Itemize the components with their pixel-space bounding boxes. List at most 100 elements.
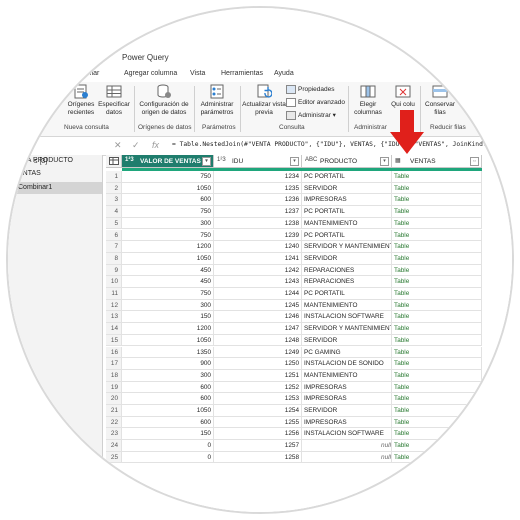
query-name: ENTAS (18, 170, 41, 177)
cell-ventas-table[interactable]: Table (392, 288, 482, 300)
cell-ventas-table[interactable]: Table (392, 206, 482, 218)
table-row[interactable]: 21 1050 1254 SERVIDOR Table (106, 405, 512, 417)
cell-ventas-table[interactable]: Table (392, 405, 482, 417)
number-type-icon[interactable]: 1²3 (217, 157, 226, 163)
table-row[interactable]: 19 600 1252 IMPRESORAS Table (106, 381, 512, 394)
cell-valor-de-ventas: 450 (122, 264, 214, 277)
close-icon[interactable]: ✕ (114, 140, 122, 151)
title-bar: Power Query (8, 46, 512, 66)
table-row[interactable]: 2 1050 1235 SERVIDOR Table (106, 182, 512, 195)
cell-ventas-table[interactable]: Table (392, 323, 482, 335)
cell-ventas-table[interactable]: Table (392, 428, 482, 441)
cell-ventas-table[interactable]: Table (392, 440, 482, 452)
filter-dropdown-icon[interactable]: ▾ (380, 157, 389, 166)
table-row[interactable]: 20 600 1253 IMPRESORAS Table (106, 393, 512, 405)
tab-ayuda[interactable]: Ayuda (274, 70, 294, 77)
cell-ventas-table[interactable]: Table (392, 229, 482, 242)
table-row[interactable]: 12 300 1245 MANTENIMIENTO Table (106, 299, 512, 312)
table-row[interactable]: 25 0 1258 null Table (106, 451, 512, 464)
cell-ventas-table[interactable]: Table (392, 264, 482, 277)
cell-idu: 1254 (214, 405, 302, 417)
row-number: 11 (106, 288, 122, 300)
cell-idu: 1248 (214, 334, 302, 347)
cell-ventas-table[interactable]: Table (392, 393, 482, 405)
row-number: 25 (106, 451, 122, 464)
manage-dropdown-button[interactable]: Administrar ▾ (286, 111, 336, 120)
table-row[interactable]: 18 300 1251 MANTENIMIENTO Table (106, 369, 512, 382)
table-row[interactable]: 23 150 1256 INSTALACION SOFTWARE Table (106, 428, 512, 441)
number-type-icon[interactable]: 1²3 (125, 157, 134, 163)
cell-ventas-table[interactable]: Table (392, 358, 482, 370)
cell-ventas-table[interactable]: Table (392, 217, 482, 230)
table-row[interactable]: 13 150 1246 INSTALACION SOFTWARE Table (106, 311, 512, 324)
row-number: 3 (106, 194, 122, 207)
cell-ventas-table[interactable]: Table (392, 194, 482, 207)
table-row[interactable]: 7 1200 1240 SERVIDOR Y MANTENIMIENTO Table (106, 241, 512, 253)
cell-ventas-table[interactable]: Table (392, 416, 482, 429)
cell-ventas-table[interactable]: Table (392, 311, 482, 324)
advanced-editor-button[interactable]: Editor avanzado (286, 98, 345, 107)
table-row[interactable]: 14 1200 1247 SERVIDOR Y MANTENIMIENTO Table (106, 323, 512, 335)
tab-herramientas[interactable]: Herramientas (221, 70, 263, 77)
query-item-venta-producto[interactable]: NTA PRODUCTO (8, 155, 102, 167)
tab-vista[interactable]: Vista (190, 70, 205, 77)
enter-data-button[interactable]: Especificar datos (96, 84, 132, 116)
table-row[interactable]: 15 1050 1248 SERVIDOR Table (106, 334, 512, 347)
group-manage: Administrar (354, 124, 387, 131)
table-row[interactable]: 16 1350 1249 PC GAMING Table (106, 346, 512, 359)
cell-ventas-table[interactable]: Table (392, 346, 482, 359)
filter-dropdown-icon[interactable]: ▾ (202, 157, 211, 166)
check-icon[interactable]: ✓ (132, 140, 140, 151)
filter-dropdown-icon[interactable]: ▾ (290, 157, 299, 166)
column-header-valor-de-ventas[interactable]: 1²3 VALOR DE VENTAS ▾ (122, 155, 214, 168)
cell-ventas-table[interactable]: Table (392, 241, 482, 253)
cell-ventas-table[interactable]: Table (392, 171, 482, 183)
tab-agregar-columna[interactable]: Agregar columna (124, 70, 177, 77)
cell-producto: INSTALACION SOFTWARE (302, 428, 392, 441)
table-row[interactable]: 1 750 1234 PC PORTATIL Table (106, 171, 512, 183)
table-row[interactable]: 24 0 1257 null Table (106, 440, 512, 452)
cell-idu: 1241 (214, 252, 302, 265)
cell-ventas-table[interactable]: Table (392, 182, 482, 195)
table-menu-button[interactable] (106, 155, 122, 168)
cell-ventas-table[interactable]: Table (392, 451, 482, 464)
cell-ventas-table[interactable]: Table (392, 334, 482, 347)
manage-parameters-button[interactable]: Administrar parámetros (196, 84, 238, 116)
cell-producto: MANTENIMIENTO (302, 299, 392, 312)
cell-ventas-table[interactable]: Table (392, 276, 482, 288)
tab-transformar[interactable]: rmar (85, 70, 99, 77)
column-header-producto[interactable]: ABC PRODUCTO ▾ (302, 155, 392, 168)
table-row[interactable]: 8 1050 1241 SERVIDOR Table (106, 252, 512, 265)
table-row[interactable]: 9 450 1242 REPARACIONES Table (106, 264, 512, 277)
cell-ventas-table[interactable]: Table (392, 369, 482, 382)
formula-input[interactable]: = Table.NestedJoin(#"VENTA PRODUCTO", {"… (172, 141, 490, 148)
table-row[interactable]: 5 300 1238 MANTENIMIENTO Table (106, 217, 512, 230)
column-header-ventas[interactable]: ▦ VENTAS ⇔ (392, 155, 482, 168)
properties-button[interactable]: Propiedades (286, 85, 335, 94)
table-row[interactable]: 11 750 1244 PC PORTATIL Table (106, 288, 512, 300)
cell-producto: MANTENIMIENTO (302, 217, 392, 230)
choose-columns-button[interactable]: Elegir columnas (350, 84, 386, 116)
query-item-combinar1[interactable]: Combinar1 (8, 182, 102, 194)
keep-rows-button[interactable]: Conservar filas (422, 84, 458, 116)
table-row[interactable]: 10 450 1243 REPARACIONES Table (106, 276, 512, 288)
cell-ventas-table[interactable]: Table (392, 299, 482, 312)
table-row[interactable]: 4 750 1237 PC PORTATIL Table (106, 206, 512, 218)
row-number: 14 (106, 323, 122, 335)
table-row[interactable]: 22 600 1255 IMPRESORAS Table (106, 416, 512, 429)
cell-ventas-table[interactable]: Table (392, 381, 482, 394)
table-type-icon[interactable]: ▦ (395, 157, 401, 164)
table-row[interactable]: 6 750 1239 PC PORTATIL Table (106, 229, 512, 242)
cell-ventas-table[interactable]: Table (392, 252, 482, 265)
data-source-settings-button[interactable]: Configuración de origen de datos (136, 84, 192, 116)
table-row[interactable]: 3 600 1236 IMPRESORAS Table (106, 194, 512, 207)
cell-producto: PC PORTATIL (302, 288, 392, 300)
refresh-preview-button[interactable]: Actualizar vista previa (242, 84, 286, 116)
table-row[interactable]: 17 900 1250 INSTALACION DE SONIDO Table (106, 358, 512, 370)
query-item-ventas[interactable]: ENTAS (8, 168, 102, 180)
expand-column-icon[interactable]: ⇔ (470, 157, 479, 166)
text-type-icon[interactable]: ABC (305, 157, 317, 163)
column-header-idu[interactable]: 1²3 IDU ▾ (214, 155, 302, 168)
remove-rows-button[interactable] (460, 84, 482, 101)
remove-columns-button[interactable]: Qui colu (388, 84, 418, 109)
